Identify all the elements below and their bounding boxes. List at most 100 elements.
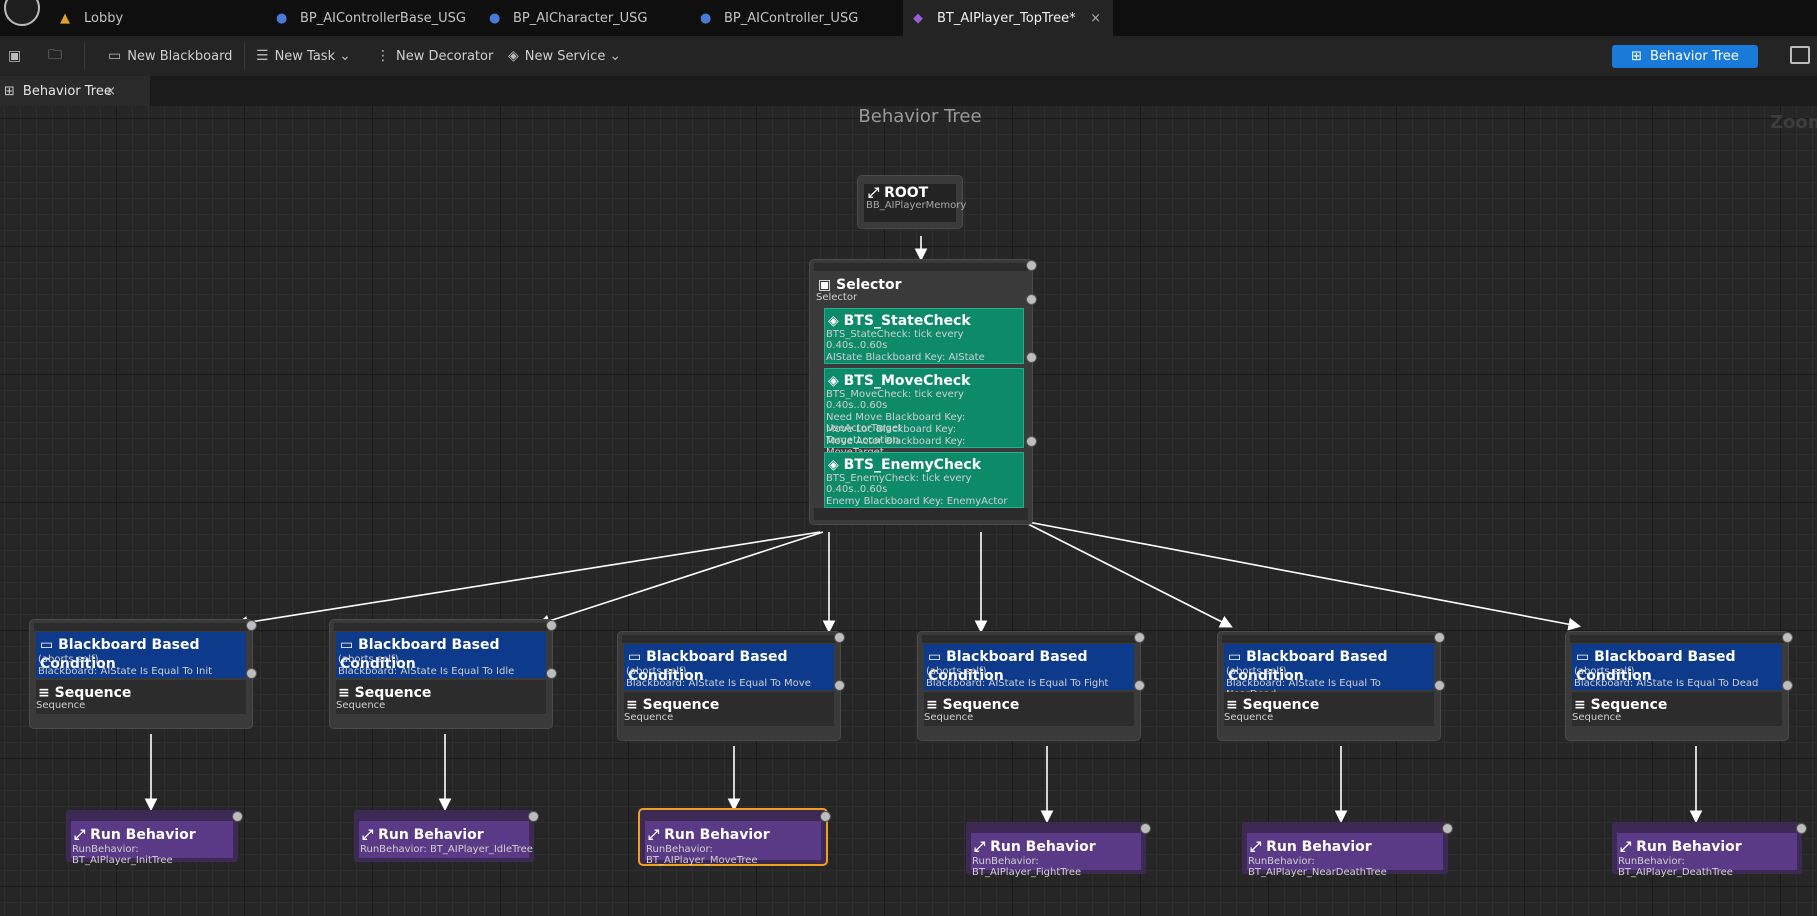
service-detail: AIState Blackboard Key: AIState [826, 352, 985, 363]
service-title: BTS_StateCheck [843, 313, 971, 329]
sequence-title: Sequence [642, 697, 720, 713]
output-pin[interactable] [1026, 352, 1037, 363]
selector-icon: ▣ [818, 277, 837, 293]
sequence-subtitle: Sequence [1572, 712, 1622, 723]
decorator-move[interactable]: ▭ Blackboard Based Condition (aborts sel… [624, 644, 834, 690]
run-behavior-icon: ⤢ [1250, 839, 1267, 855]
service-title: BTS_EnemyCheck [843, 457, 982, 473]
run-behavior-subtitle: RunBehavior: BT_AIPlayer_MoveTree [646, 844, 758, 866]
output-pin[interactable] [1782, 680, 1793, 691]
run-behavior-title: Run Behavior [1636, 839, 1742, 855]
sequence-icon: ≡ [926, 697, 943, 713]
run-behavior-death[interactable]: ⤢ Run Behavior RunBehavior: BT_AIPlayer_… [1612, 822, 1807, 878]
sequence-idle[interactable]: ≡ Sequence Sequence [336, 680, 546, 714]
decorator-aborts: (aborts self) [338, 654, 399, 665]
run-behavior-move-selected[interactable]: ⤢ Run Behavior RunBehavior: BT_AIPlayer_… [640, 810, 831, 866]
root-subtitle: BB_AIPlayerMemory [866, 200, 967, 211]
run-behavior-title: Run Behavior [378, 827, 484, 843]
decorator-neardead[interactable]: ▭ Blackboard Based Condition (aborts sel… [1224, 644, 1434, 700]
decorator-dead[interactable]: ▭ Blackboard Based Condition (aborts sel… [1572, 644, 1782, 690]
output-pin[interactable] [546, 620, 557, 631]
decorator-aborts: (aborts self) [38, 654, 99, 665]
sequence-fight[interactable]: ≡ Sequence Sequence [924, 692, 1134, 726]
run-behavior-icon: ⤢ [362, 827, 379, 843]
run-behavior-title: Run Behavior [664, 827, 770, 843]
output-pin[interactable] [1782, 632, 1793, 643]
run-behavior-title: Run Behavior [1266, 839, 1372, 855]
sequence-icon: ≡ [38, 685, 55, 701]
run-behavior-subtitle: RunBehavior: BT_AIPlayer_DeathTree [1618, 856, 1733, 878]
output-pin[interactable] [1442, 823, 1453, 834]
run-behavior-title: Run Behavior [90, 827, 196, 843]
run-behavior-neardeath[interactable]: ⤢ Run Behavior RunBehavior: BT_AIPlayer_… [1242, 822, 1453, 878]
output-pin[interactable] [834, 632, 845, 643]
decorator-icon: ▭ [1576, 649, 1595, 665]
service-icon: ◈ [828, 373, 844, 389]
run-behavior-init[interactable]: ⤢ Run Behavior RunBehavior: BT_AIPlayer_… [66, 810, 243, 866]
output-pin[interactable] [546, 668, 557, 679]
output-pin[interactable] [246, 620, 257, 631]
decorator-fight[interactable]: ▭ Blackboard Based Condition (aborts sel… [924, 644, 1134, 690]
service-interval: BTS_EnemyCheck: tick every 0.40s..0.60s [826, 473, 972, 495]
service-interval: BTS_MoveCheck: tick every 0.40s..0.60s [826, 389, 964, 411]
run-behavior-idle[interactable]: ⤢ Run Behavior RunBehavior: BT_AIPlayer_… [354, 810, 539, 862]
output-pin[interactable] [820, 811, 831, 822]
run-behavior-subtitle: RunBehavior: BT_AIPlayer_InitTree [72, 844, 173, 866]
output-pin[interactable] [1434, 632, 1445, 643]
run-behavior-subtitle: RunBehavior: BT_AIPlayer_IdleTree [360, 844, 533, 855]
decorator-condition: Blackboard: AIState Is Equal To Move [626, 678, 811, 689]
output-pin[interactable] [1134, 632, 1145, 643]
output-pin[interactable] [1026, 260, 1037, 271]
output-pin[interactable] [1026, 294, 1037, 305]
output-pin[interactable] [1026, 436, 1037, 447]
decorator-aborts: (aborts self) [626, 666, 687, 677]
service-node-state-check[interactable]: ◈ BTS_StateCheck BTS_StateCheck: tick ev… [824, 308, 1024, 364]
wire-selector-branch [1023, 521, 1233, 628]
wire-selector-branch [234, 531, 821, 629]
service-icon: ◈ [828, 457, 844, 473]
sequence-subtitle: Sequence [624, 712, 674, 723]
run-behavior-subtitle: RunBehavior: BT_AIPlayer_NearDeathTree [1248, 856, 1387, 878]
root-title: ROOT [884, 185, 929, 201]
decorator-aborts: (aborts self) [1226, 666, 1287, 677]
decorator-aborts: (aborts self) [926, 666, 987, 677]
sequence-title: Sequence [54, 685, 132, 701]
decorator-icon: ▭ [628, 649, 647, 665]
sequence-dead[interactable]: ≡ Sequence Sequence [1572, 692, 1782, 726]
service-node-enemy-check[interactable]: ◈ BTS_EnemyCheck BTS_EnemyCheck: tick ev… [824, 452, 1024, 508]
run-behavior-fight[interactable]: ⤢ Run Behavior RunBehavior: BT_AIPlayer_… [966, 822, 1151, 878]
sequence-move[interactable]: ≡ Sequence Sequence [624, 692, 834, 726]
sequence-subtitle: Sequence [36, 700, 86, 711]
run-behavior-title: Run Behavior [990, 839, 1096, 855]
output-pin[interactable] [1140, 823, 1151, 834]
root-icon: ⤢ [868, 185, 885, 201]
output-pin[interactable] [528, 811, 539, 822]
output-pin[interactable] [232, 811, 243, 822]
decorator-icon: ▭ [1228, 649, 1247, 665]
root-node[interactable]: ⤢ ROOT BB_AIPlayerMemory [858, 176, 966, 228]
run-behavior-subtitle: RunBehavior: BT_AIPlayer_FightTree [972, 856, 1082, 878]
service-interval: BTS_StateCheck: tick every 0.40s..0.60s [826, 329, 964, 351]
run-behavior-icon: ⤢ [74, 827, 91, 843]
sequence-icon: ≡ [338, 685, 355, 701]
service-detail: Enemy Blackboard Key: EnemyActor [826, 496, 1008, 507]
decorator-condition: Blackboard: AIState Is Equal To Init [38, 666, 213, 677]
output-pin[interactable] [1134, 680, 1145, 691]
decorator-icon: ▭ [928, 649, 947, 665]
decorator-condition: Blackboard: AIState Is Equal To Idle [338, 666, 515, 677]
service-icon: ◈ [828, 313, 844, 329]
decorator-condition: Blackboard: AIState Is Equal To Fight [926, 678, 1109, 689]
decorator-icon: ▭ [340, 637, 359, 653]
decorator-aborts: (aborts self) [1574, 666, 1635, 677]
sequence-title: Sequence [1590, 697, 1668, 713]
decorator-idle[interactable]: ▭ Blackboard Based Condition (aborts sel… [336, 632, 546, 678]
output-pin[interactable] [246, 668, 257, 679]
run-behavior-icon: ⤢ [974, 839, 991, 855]
service-node-move-check[interactable]: ◈ BTS_MoveCheck BTS_MoveCheck: tick ever… [824, 368, 1024, 458]
decorator-init[interactable]: ▭ Blackboard Based Condition (aborts sel… [36, 632, 246, 678]
output-pin[interactable] [834, 680, 845, 691]
output-pin[interactable] [1796, 823, 1807, 834]
output-pin[interactable] [1434, 680, 1445, 691]
sequence-init[interactable]: ≡ Sequence Sequence [36, 680, 246, 714]
sequence-neardead[interactable]: ≡ Sequence Sequence [1224, 692, 1434, 726]
